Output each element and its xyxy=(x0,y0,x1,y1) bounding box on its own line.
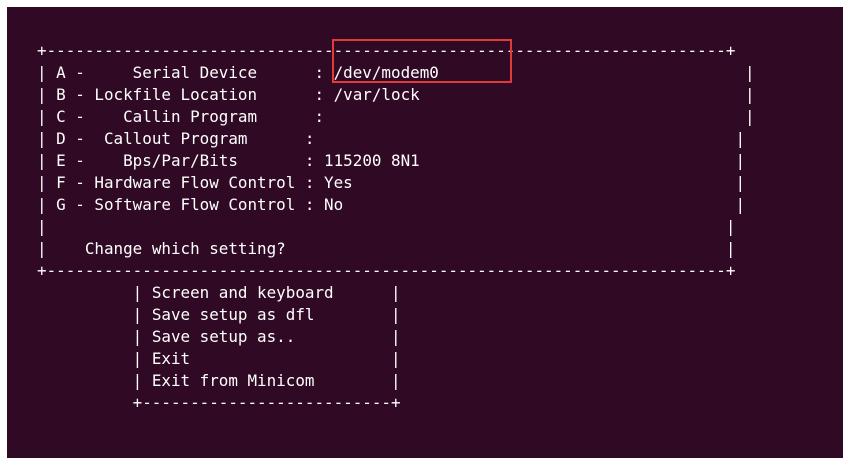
setting-label: Lockfile Location xyxy=(94,85,258,104)
setting-key: | B - xyxy=(37,85,95,104)
terminal-window[interactable]: +---------------------------------------… xyxy=(7,7,843,458)
setting-value: /var/lock xyxy=(333,85,420,104)
setting-value: Yes xyxy=(324,173,353,192)
menu-item-label: Screen and keyboard xyxy=(151,283,334,302)
setting-row-hardware-flow-control[interactable]: | F - Hardware Flow Control : Yes | xyxy=(37,172,745,194)
setting-key: | D - xyxy=(37,129,104,148)
border-edge: | xyxy=(744,85,755,104)
separator: : xyxy=(304,151,325,170)
serial-device-highlight-box xyxy=(332,39,512,83)
border-edge: | xyxy=(132,349,152,368)
change-setting-prompt-row: | Change which setting? | xyxy=(37,238,735,260)
setting-label: Hardware Flow Control xyxy=(94,173,296,192)
border-edge: | xyxy=(132,327,152,346)
setting-key: | E - xyxy=(37,151,124,170)
separator: : xyxy=(314,85,334,104)
setting-value: No xyxy=(324,195,344,214)
menu-item-label: Save setup as dfl xyxy=(151,305,315,324)
border-edge: | xyxy=(314,305,401,324)
setting-key: | F - xyxy=(37,173,95,192)
setting-row-callin-program[interactable]: | C - Callin Program : | xyxy=(37,106,755,128)
setting-row-callout-program[interactable]: | D - Callout Program : | xyxy=(37,128,745,150)
menu-item-label: Exit from Minicom xyxy=(151,371,315,390)
separator: : xyxy=(304,173,325,192)
setting-label: Bps/Par/Bits xyxy=(123,151,238,170)
setting-key: | A - xyxy=(37,63,133,82)
setting-row-bps-par-bits[interactable]: | E - Bps/Par/Bits : 115200 8N1 | xyxy=(37,150,745,172)
separator: : xyxy=(314,107,325,126)
border-edge: | xyxy=(314,371,401,390)
menu-item-exit-from-minicom[interactable]: | Exit from Minicom | xyxy=(37,370,401,392)
config-box-blank-line: | | xyxy=(37,217,736,236)
menu-box-bottom-border: +--------------------------+ xyxy=(37,392,401,414)
menu-item-save-setup-as-dfl[interactable]: | Save setup as dfl | xyxy=(37,304,401,326)
setting-key: | G - xyxy=(37,195,95,214)
border-edge: | xyxy=(735,195,746,214)
border-edge: | xyxy=(745,63,755,82)
setting-key: | C - xyxy=(37,107,124,126)
border-edge: | xyxy=(37,239,85,258)
setting-label: Callout Program xyxy=(103,129,248,148)
border-edge: | xyxy=(745,107,755,126)
config-box-bottom-border: +---------------------------------------… xyxy=(37,261,736,280)
setting-value: 115200 8N1 xyxy=(324,151,420,170)
border-edge: | xyxy=(132,283,152,302)
setting-label: Callin Program xyxy=(123,107,258,126)
border-edge: | xyxy=(132,371,152,390)
setting-label: Serial Device xyxy=(132,63,258,82)
border-edge: | xyxy=(735,151,746,170)
menu-border: +--------------------------+ xyxy=(132,393,401,412)
menu-item-screen-and-keyboard[interactable]: | Screen and keyboard | xyxy=(37,282,401,304)
border-edge: | xyxy=(333,283,401,302)
border-edge: | xyxy=(132,305,152,324)
border-edge: | xyxy=(190,349,401,368)
setting-row-software-flow-control[interactable]: | G - Software Flow Control : No | xyxy=(37,194,745,216)
menu-item-save-setup-as[interactable]: | Save setup as.. | xyxy=(37,326,401,348)
menu-item-exit[interactable]: | Exit | xyxy=(37,348,401,370)
border-edge: | xyxy=(285,239,736,258)
border-edge: | xyxy=(295,327,401,346)
separator: : xyxy=(304,195,325,214)
change-setting-prompt: Change which setting? xyxy=(84,239,286,258)
border-edge: | xyxy=(735,129,746,148)
border-edge: | xyxy=(735,173,746,192)
setting-row-lockfile-location[interactable]: | B - Lockfile Location : /var/lock | xyxy=(37,84,755,106)
menu-item-label: Exit xyxy=(151,349,191,368)
menu-item-label: Save setup as.. xyxy=(151,327,296,346)
setting-label: Software Flow Control xyxy=(94,195,296,214)
separator: : xyxy=(314,63,334,82)
